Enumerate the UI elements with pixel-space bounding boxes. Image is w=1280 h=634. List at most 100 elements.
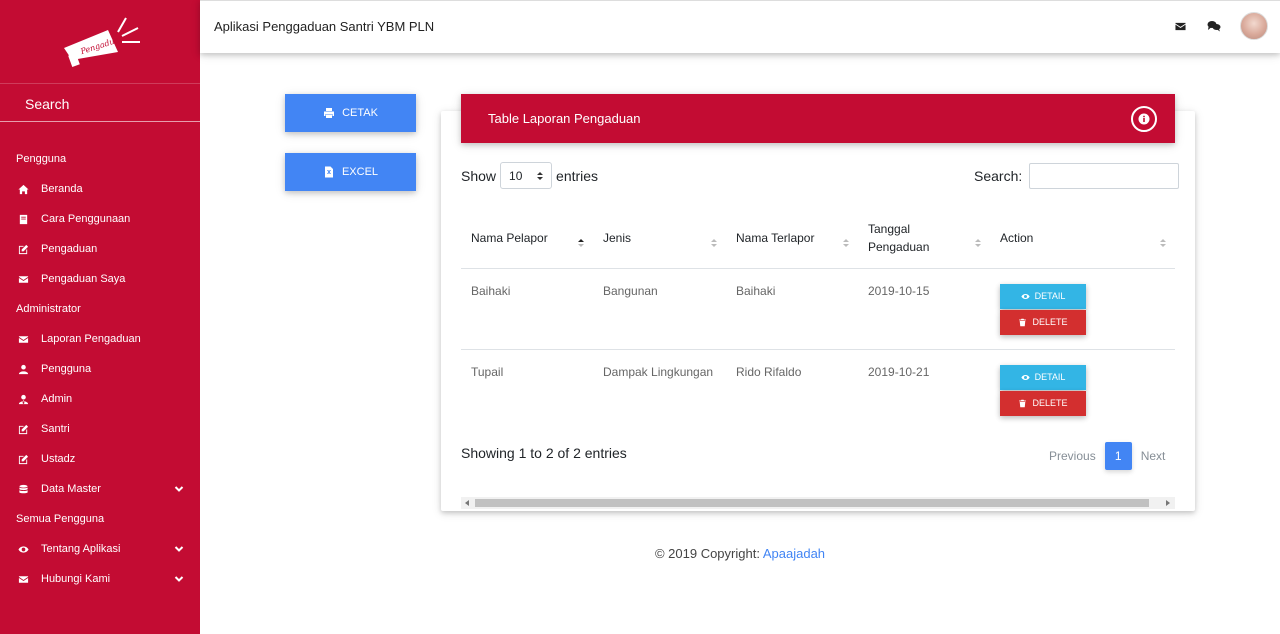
cell-pelapor: Baihaki <box>461 268 593 350</box>
table-row: Tupail Dampak Lingkungan Rido Rifaldo 20… <box>461 349 1175 430</box>
cell-pelapor: Tupail <box>471 364 504 379</box>
file-excel-icon <box>324 166 333 178</box>
footer-link[interactable]: Apaajadah <box>763 546 825 561</box>
cell-action: DETAIL DELETE <box>990 349 1175 430</box>
excel-button-label: EXCEL <box>341 166 379 178</box>
sort-icon <box>711 239 717 247</box>
detail-button-label: DETAIL <box>1034 372 1066 382</box>
sidebar-item-label: Ustadz <box>41 453 76 465</box>
sort-icon <box>843 239 849 247</box>
envelope-icon <box>16 333 30 345</box>
edit-icon <box>16 243 30 255</box>
section-administrator: Administrator <box>16 303 81 315</box>
sidebar-item-cara-penggunaan[interactable]: Cara Penggunaan <box>0 204 200 234</box>
page-size-select[interactable]: 10 <box>500 162 553 189</box>
chevron-down-icon <box>174 486 184 492</box>
column-header-nama-terlapor[interactable]: Nama Terlapor <box>726 208 858 269</box>
column-header-tanggal-pengaduan[interactable]: Tanggal Pengaduan <box>858 208 990 269</box>
user-icon <box>16 363 30 375</box>
megaphone-logo-icon: Pengaduan <box>64 17 140 68</box>
card-header: Table Laporan Pengaduan <box>461 94 1175 143</box>
trash-icon <box>1019 399 1027 407</box>
detail-button[interactable]: DETAIL <box>1000 283 1086 309</box>
sidebar-item-pengaduan-saya[interactable]: Pengaduan Saya <box>0 264 200 294</box>
sidebar: Pengaduan Search Pengguna Beranda Cara P… <box>0 0 200 634</box>
column-header-jenis[interactable]: Jenis <box>593 208 726 269</box>
sidebar-item-label: Data Master <box>41 483 101 495</box>
cell-jenis: Dampak Lingkungan <box>603 364 714 379</box>
print-button[interactable]: CETAK <box>285 94 416 132</box>
cell-terlapor: Baihaki <box>726 268 858 350</box>
sidebar-search[interactable]: Search <box>0 84 200 122</box>
sort-icon <box>975 239 981 247</box>
print-button-label: CETAK <box>342 107 378 119</box>
user-tie-icon <box>16 393 30 405</box>
excel-button[interactable]: EXCEL <box>285 153 416 191</box>
column-header-action[interactable]: Action <box>990 208 1175 269</box>
sidebar-item-label: Admin <box>41 393 73 405</box>
search-input[interactable] <box>1029 163 1180 189</box>
book-icon <box>16 213 30 225</box>
scrollbar-thumb[interactable] <box>475 499 1149 507</box>
cell-tanggal: 2019-10-21 <box>868 364 930 379</box>
column-header-label: Tanggal Pengaduan <box>868 221 930 254</box>
cell-terlapor: Rido Rifaldo <box>736 364 802 379</box>
select-arrows-icon <box>537 172 544 180</box>
sort-asc-icon <box>578 239 584 247</box>
sidebar-item-santri[interactable]: Santri <box>0 414 200 444</box>
pagination-next[interactable]: Next <box>1132 442 1175 470</box>
envelope-icon[interactable] <box>1172 18 1188 34</box>
column-header-nama-pelapor[interactable]: Nama Pelapor <box>461 208 593 269</box>
delete-button-label: DELETE <box>1032 317 1068 327</box>
logo[interactable]: Pengaduan <box>0 0 200 84</box>
comments-icon[interactable] <box>1206 18 1222 34</box>
cell-tanggal: 2019-10-15 <box>858 268 990 350</box>
page-size-control: Show 10 entries <box>461 162 598 189</box>
sidebar-item-ustadz[interactable]: Ustadz <box>0 444 200 474</box>
app-title: Aplikasi Penggaduan Santri YBM PLN <box>214 19 435 34</box>
column-header-label: Nama Terlapor <box>736 230 815 245</box>
scroll-right-icon[interactable] <box>1166 500 1170 506</box>
sidebar-item-pengguna[interactable]: Pengguna <box>0 354 200 384</box>
cell-action: DETAIL DELETE <box>990 268 1175 350</box>
home-icon <box>16 183 30 195</box>
delete-button[interactable]: DELETE <box>1000 309 1086 335</box>
section-semua-pengguna: Semua Pengguna <box>16 513 105 525</box>
detail-button[interactable]: DETAIL <box>1000 364 1086 390</box>
info-icon[interactable] <box>1131 106 1157 132</box>
delete-button[interactable]: DELETE <box>1000 390 1086 416</box>
horizontal-scrollbar[interactable] <box>461 497 1175 509</box>
footer-copyright: © 2019 Copyright: <box>654 546 760 561</box>
sidebar-item-label: Santri <box>41 423 70 435</box>
pagination-page-1[interactable]: 1 <box>1104 442 1132 470</box>
table-row: Baihaki Bangunan Baihaki 2019-10-15 DETA… <box>461 268 1175 350</box>
page-size-value: 10 <box>509 168 523 183</box>
card-title: Table Laporan Pengaduan <box>488 111 641 126</box>
avatar[interactable] <box>1240 12 1268 40</box>
sidebar-item-beranda[interactable]: Beranda <box>0 174 200 204</box>
pagination-previous[interactable]: Previous <box>1040 442 1105 470</box>
sidebar-item-pengaduan[interactable]: Pengaduan <box>0 234 200 264</box>
delete-button-label: DELETE <box>1032 398 1068 408</box>
sidebar-item-laporan-pengaduan[interactable]: Laporan Pengaduan <box>0 324 200 354</box>
chevron-down-icon <box>174 576 184 582</box>
cell-jenis: Bangunan <box>593 268 726 350</box>
detail-button-label: DETAIL <box>1034 291 1066 301</box>
complaints-table: Nama Pelapor Jenis Nama Terlapor Tanggal… <box>461 208 1175 430</box>
edit-icon <box>16 453 30 465</box>
topbar: Aplikasi Penggaduan Santri YBM PLN <box>200 0 1280 53</box>
database-icon <box>16 483 30 495</box>
sidebar-item-label: Pengaduan Saya <box>41 273 126 285</box>
scroll-left-icon[interactable] <box>465 500 469 506</box>
sidebar-item-hubungi-kami[interactable]: Hubungi Kami <box>0 564 200 594</box>
column-header-label: Action <box>1000 230 1034 245</box>
sidebar-item-admin[interactable]: Admin <box>0 384 200 414</box>
sidebar-item-data-master[interactable]: Data Master <box>0 474 200 504</box>
table-info: Showing 1 to 2 of 2 entries <box>461 445 627 461</box>
entries-label: entries <box>556 167 599 184</box>
sidebar-menu: Pengguna Beranda Cara Penggunaan Pengadu… <box>0 122 200 594</box>
eye-icon <box>1020 293 1030 299</box>
trash-icon <box>1019 318 1027 326</box>
sidebar-item-label: Cara Penggunaan <box>41 213 131 225</box>
search-label: Search: <box>974 168 1023 184</box>
